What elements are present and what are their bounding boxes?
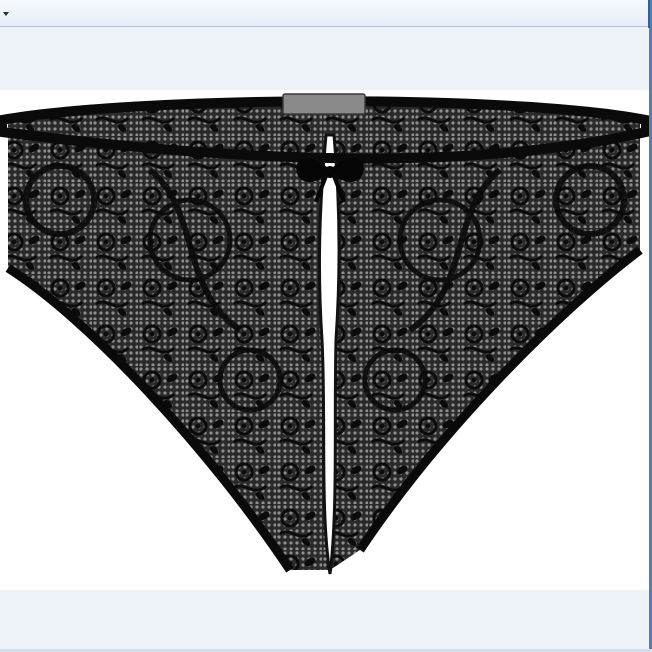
window-frame-accent	[648, 0, 650, 28]
toolbar	[0, 0, 652, 27]
lace-brief-image	[0, 93, 649, 575]
chevron-down-icon	[3, 12, 9, 16]
image-viewer-window	[0, 0, 652, 652]
toolbar-dropdown-button[interactable]	[1, 9, 11, 19]
bottom-padding-band	[0, 590, 649, 652]
top-padding-band	[0, 28, 649, 90]
label-tag	[282, 93, 366, 115]
image-canvas	[0, 90, 649, 590]
